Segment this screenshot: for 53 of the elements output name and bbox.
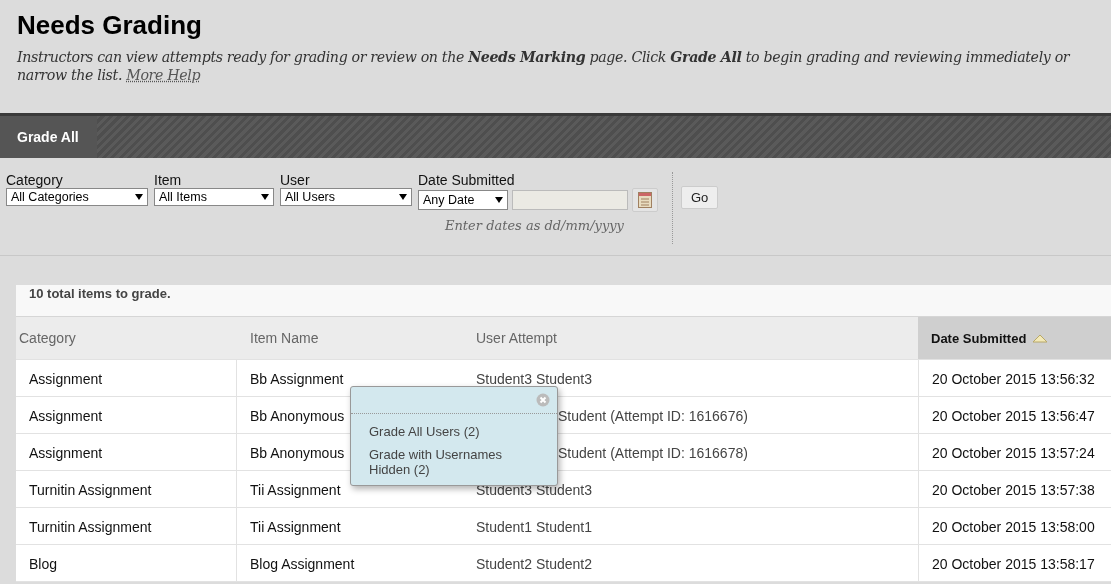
table-cell: Bb Anonymous	[250, 445, 345, 461]
sort-ascending-icon	[1032, 333, 1049, 343]
filter-dropdown[interactable]: All Users	[280, 188, 412, 206]
table-cell: Tii Assignment	[250, 519, 341, 535]
table-cell: Tii Assignment	[250, 482, 341, 498]
table-cell: Student (Attempt ID: 1616678)	[558, 445, 748, 461]
table-cell: Assignment	[29, 445, 103, 461]
close-icon[interactable]	[536, 393, 550, 407]
column-header[interactable]: Date Submitted	[918, 317, 1111, 359]
table-cell: Assignment	[29, 371, 103, 387]
page-title: Needs Grading	[17, 10, 203, 41]
table-cell: Turnitin Assignment	[29, 482, 152, 498]
table-cell: Bb Assignment	[250, 371, 344, 387]
table-cell: Assignment	[29, 408, 103, 424]
column-header[interactable]: User Attempt	[463, 317, 918, 359]
filter-label: Category	[6, 172, 64, 188]
go-button[interactable]: Go	[681, 186, 719, 209]
table-cell: 20 October 2015 13:57:24	[932, 445, 1095, 461]
table-cell: 20 October 2015 13:57:38	[932, 482, 1095, 498]
table-cell: Blog	[29, 556, 58, 572]
date-format-hint: Enter dates as dd/mm/yyyy	[445, 218, 625, 233]
table-cell: Student1 Student1	[476, 519, 592, 535]
calendar-icon	[638, 192, 652, 208]
table-cell: Turnitin Assignment	[29, 519, 152, 535]
menu-item[interactable]: Grade All Users (2)	[351, 422, 557, 445]
table-cell: Student (Attempt ID: 1616676)	[558, 408, 748, 424]
column-header[interactable]: Category	[16, 317, 237, 359]
filter-dropdown[interactable]: All Categories	[6, 188, 148, 206]
help-link[interactable]: More Help	[126, 67, 201, 83]
caret-icon	[261, 194, 269, 200]
table-cell: Student3 Student3	[476, 371, 592, 387]
table-cell: 20 October 2015 13:58:00	[932, 519, 1095, 535]
table-cell: Bb Anonymous	[250, 408, 345, 424]
page-description: Instructors can view attempts ready for grading or review on the Needs Marking page. Click Grade All to begin grading and reviewing immediately or	[17, 49, 1071, 65]
calendar-button[interactable]	[632, 188, 658, 212]
filter-label: User	[280, 172, 311, 188]
table-cell: 20 October 2015 13:56:32	[932, 371, 1095, 387]
caret-icon	[495, 197, 503, 203]
menu-item[interactable]: Grade with Usernames Hidden (2)	[351, 445, 557, 483]
items-summary: 10 total items to grade.	[16, 285, 1111, 317]
table-cell: 20 October 2015 13:56:47	[932, 408, 1095, 424]
table-cell: 20 October 2015 13:58:17	[932, 556, 1095, 572]
column-header[interactable]: Item Name	[237, 317, 463, 359]
filter-dropdown[interactable]: All Items	[154, 188, 274, 206]
caret-icon	[135, 194, 143, 200]
table-cell: Student2 Student2	[476, 556, 592, 572]
caret-icon	[399, 194, 407, 200]
date-dropdown[interactable]: Any Date	[418, 190, 508, 210]
filter-label: Item	[154, 172, 183, 188]
filter-label: Date Submitted	[418, 172, 516, 188]
grade-all-button[interactable]: Grade All	[0, 116, 97, 158]
page-description: narrow the list.	[17, 67, 123, 83]
table-cell: Blog Assignment	[250, 556, 355, 572]
